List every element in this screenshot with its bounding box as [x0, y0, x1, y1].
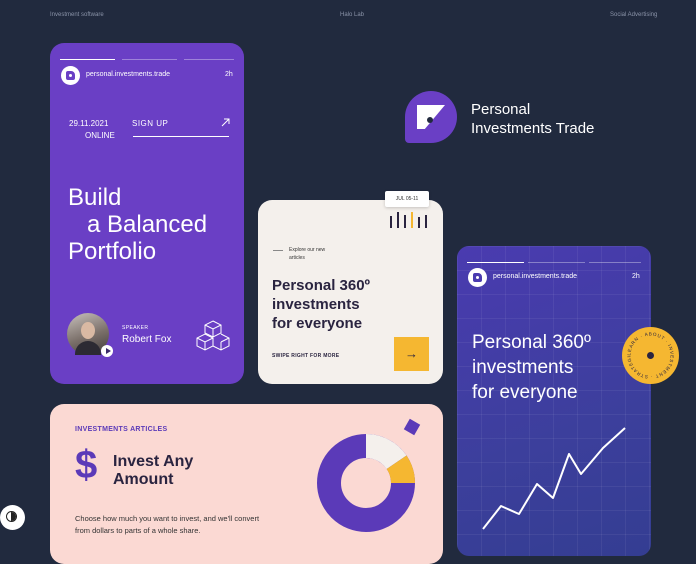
speaker-name: Robert Fox — [122, 334, 172, 345]
top-label-center: Halo Lab — [340, 12, 365, 18]
article-title: Invest Any Amount — [113, 453, 193, 489]
badge-dot — [647, 352, 654, 359]
headline-line-2: a Balanced — [87, 211, 208, 238]
speaker-role: SPEAKER — [122, 325, 149, 331]
cubes-icon — [196, 320, 230, 351]
story-card-360[interactable]: personal.investments.trade 2h Personal 3… — [457, 246, 651, 556]
brand-name-line-1: Personal — [471, 101, 531, 118]
article-title-line-2: Amount — [113, 471, 174, 488]
explore-dash — [273, 250, 283, 251]
post-headline-line-3: for everyone — [272, 315, 363, 332]
explore-line-2: articles — [289, 255, 305, 261]
story-progress-3 — [184, 59, 234, 60]
next-arrow-button[interactable]: → — [394, 337, 429, 371]
story-time: 2h — [225, 71, 233, 78]
explore-line-1: Explore our new — [289, 247, 326, 253]
top-label-right: Social Advertising — [610, 12, 658, 18]
theme-toggle-button[interactable] — [0, 505, 25, 530]
post-headline-line-1: Personal 360º — [272, 277, 371, 294]
learn-badge[interactable]: LEARN · ABOUT · INVESTMENT · STRATEGIES … — [622, 327, 679, 384]
top-label-left: Investment software — [50, 12, 104, 18]
dollar-icon: $ — [75, 443, 98, 487]
event-mode: ONLINE — [85, 131, 115, 140]
date-tag: JUL 05-11 — [385, 191, 429, 207]
arrow-right-icon: → — [405, 346, 418, 361]
article-title-line-1: Invest Any — [113, 453, 194, 470]
post-headline: Personal 360º investments for everyone — [272, 276, 370, 333]
swipe-label: SWIPE RIGHT FOR MORE — [272, 353, 340, 359]
story-progress-2 — [122, 59, 177, 60]
article-body-line-2: from dollars to parts of a whole share. — [75, 526, 201, 535]
article-card[interactable]: INVESTMENTS ARTICLES $ Invest Any Amount… — [50, 404, 443, 564]
headline-line-3: Portfolio — [68, 238, 157, 265]
article-tag: INVESTMENTS ARTICLES — [75, 426, 168, 433]
post-headline-line-2: investments — [272, 296, 360, 313]
sign-up-underline — [133, 136, 229, 137]
arrow-up-right-icon[interactable] — [221, 118, 230, 127]
contrast-icon — [6, 511, 17, 522]
story-site: personal.investments.trade — [86, 71, 171, 78]
brand-name: Personal Investments Trade — [471, 100, 594, 138]
donut-chart — [317, 434, 415, 532]
brand-logo-icon — [61, 66, 80, 85]
article-body-line-1: Choose how much you want to invest, and … — [75, 514, 260, 523]
event-date: 29.11.2021 — [69, 119, 109, 128]
play-icon[interactable] — [101, 345, 113, 357]
story-progress-1 — [60, 59, 115, 60]
brand-logo-large-icon — [405, 91, 457, 143]
date-tag-text: JUL 05-11 — [395, 196, 419, 202]
headline-line-1: Build — [68, 184, 122, 211]
growth-line-chart — [482, 427, 626, 530]
sign-up-link[interactable]: SIGN UP — [132, 119, 168, 128]
brand-name-line-2: Investments Trade — [471, 120, 595, 137]
story-card-portfolio[interactable]: personal.investments.trade 2h 29.11.2021… — [50, 43, 244, 384]
article-body: Choose how much you want to invest, and … — [75, 513, 259, 537]
explore-text: Explore our new articles — [289, 246, 325, 262]
